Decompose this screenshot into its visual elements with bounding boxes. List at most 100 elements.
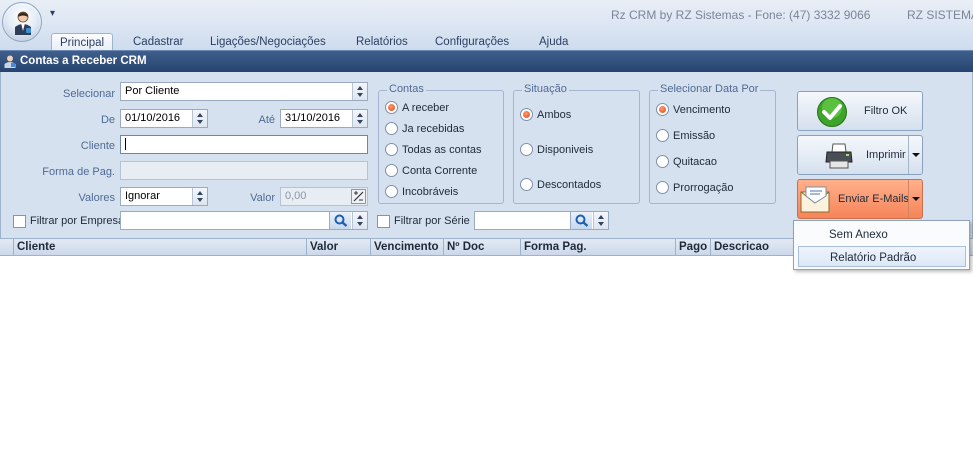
column-n-doc[interactable]: Nº Doc xyxy=(447,241,484,253)
radio-icon xyxy=(520,178,533,191)
search-icon xyxy=(575,214,589,227)
empresa-search-button[interactable] xyxy=(329,212,351,229)
radio-icon xyxy=(385,185,398,198)
radio-emissao[interactable]: Emissão xyxy=(656,129,715,142)
radio-conta-corrente-label: Conta Corrente xyxy=(402,164,478,177)
date-to-value: 31/10/2016 xyxy=(285,112,341,124)
radio-todas-contas[interactable]: Todas as contas xyxy=(385,143,482,156)
radio-icon xyxy=(520,143,533,156)
selecionar-value: Por Cliente xyxy=(125,85,180,97)
radio-selected-icon xyxy=(656,103,669,116)
radio-ambos-label: Ambos xyxy=(537,108,572,121)
selecionar-select[interactable]: Por Cliente xyxy=(120,82,368,101)
grid-indicator-column xyxy=(3,239,14,256)
valor-input[interactable]: 0,00 xyxy=(280,187,368,206)
empresa-search-input[interactable] xyxy=(120,211,368,230)
column-separator xyxy=(443,239,444,256)
serie-search-button[interactable] xyxy=(570,212,592,229)
forma-pag-input[interactable] xyxy=(120,161,368,180)
tab-ajuda[interactable]: Ajuda xyxy=(539,36,568,48)
serie-search-input[interactable] xyxy=(474,211,609,230)
filtrar-empresa-checkbox[interactable] xyxy=(13,215,26,228)
column-valor[interactable]: Valor xyxy=(310,241,338,253)
printer-icon xyxy=(825,143,853,169)
tab-principal[interactable]: Principal xyxy=(51,33,114,50)
radio-selected-icon xyxy=(520,108,533,121)
column-separator xyxy=(675,239,676,256)
radio-quitacao-label: Quitacao xyxy=(673,155,718,168)
radio-selected-icon xyxy=(385,101,398,114)
email-icon xyxy=(800,186,830,213)
radio-todas-contas-label: Todas as contas xyxy=(402,143,482,156)
column-forma-pag[interactable]: Forma Pag. xyxy=(524,241,587,253)
quick-access-dropdown-icon[interactable]: ▾ xyxy=(50,8,55,19)
date-from-field[interactable]: 01/10/2016 xyxy=(120,109,208,128)
date-from-spin-icon[interactable] xyxy=(192,110,207,127)
tab-configuracoes[interactable]: Configurações xyxy=(435,36,509,48)
window-title: Contas a Receber CRM xyxy=(20,55,147,67)
column-cliente[interactable]: Cliente xyxy=(17,241,55,253)
radio-ja-recebidas[interactable]: Ja recebidas xyxy=(385,122,464,135)
column-separator xyxy=(370,239,371,256)
data-por-group: Selecionar Data Por Vencimento Emissão Q… xyxy=(649,83,776,204)
radio-ja-recebidas-label: Ja recebidas xyxy=(402,122,465,135)
search-icon xyxy=(334,214,348,227)
tab-ligacoes-negociacoes[interactable]: Ligações/Negociações xyxy=(210,36,326,48)
calculator-icon[interactable] xyxy=(351,189,366,204)
cliente-input[interactable] xyxy=(120,135,368,154)
valores-select[interactable]: Ignorar xyxy=(120,187,208,206)
radio-a-receber[interactable]: A receber xyxy=(385,101,449,114)
ribbon-tabs: Principal Cadastrar Ligações/Negociações… xyxy=(0,32,973,50)
contas-group: Contas A receber Ja recebidas Todas as c… xyxy=(378,83,504,204)
user-icon xyxy=(4,55,16,68)
radio-descontados-label: Descontados xyxy=(537,178,602,191)
tab-cadastrar[interactable]: Cadastrar xyxy=(133,36,184,48)
cliente-label: Cliente xyxy=(80,140,115,152)
menu-item-sem-anexo[interactable]: Sem Anexo xyxy=(798,224,966,245)
radio-incobraveis-label: Incobráveis xyxy=(402,185,459,198)
column-separator xyxy=(710,239,711,256)
radio-a-receber-label: A receber xyxy=(402,101,450,114)
radio-vencimento[interactable]: Vencimento xyxy=(656,103,730,116)
filtro-ok-button[interactable]: Filtro OK xyxy=(797,91,923,131)
selecionar-spin-icon[interactable] xyxy=(352,83,367,100)
data-por-group-title: Selecionar Data Por xyxy=(658,83,761,95)
column-vencimento[interactable]: Vencimento xyxy=(374,241,439,253)
radio-icon xyxy=(385,164,398,177)
enviar-emails-dropdown-icon[interactable] xyxy=(908,180,922,218)
filtro-ok-label: Filtro OK xyxy=(864,105,908,117)
radio-icon xyxy=(385,143,398,156)
ate-label: Até xyxy=(258,114,275,126)
empresa-spin-icon[interactable] xyxy=(352,212,367,229)
enviar-emails-button[interactable]: Enviar E-Mails xyxy=(797,179,923,219)
valores-spin-icon[interactable] xyxy=(192,188,207,205)
radio-disponiveis[interactable]: Disponiveis xyxy=(520,143,593,156)
filtrar-serie-checkbox[interactable] xyxy=(377,215,390,228)
tab-relatorios[interactable]: Relatórios xyxy=(356,36,408,48)
check-icon xyxy=(817,97,847,127)
radio-disponiveis-label: Disponiveis xyxy=(537,143,594,156)
column-pago[interactable]: Pago xyxy=(679,241,707,253)
radio-incobraveis[interactable]: Incobráveis xyxy=(385,185,458,198)
radio-vencimento-label: Vencimento xyxy=(673,103,731,116)
serie-spin-icon[interactable] xyxy=(593,212,608,229)
imprimir-button[interactable]: Imprimir xyxy=(797,135,923,175)
radio-conta-corrente[interactable]: Conta Corrente xyxy=(385,164,477,177)
column-descricao[interactable]: Descricao xyxy=(714,241,769,253)
date-to-field[interactable]: 31/10/2016 xyxy=(280,109,368,128)
menu-item-relatorio-padrao[interactable]: Relatório Padrão xyxy=(798,246,966,267)
radio-ambos[interactable]: Ambos xyxy=(520,108,571,121)
column-separator xyxy=(520,239,521,256)
radio-descontados[interactable]: Descontados xyxy=(520,178,601,191)
imprimir-dropdown-icon[interactable] xyxy=(908,136,922,174)
radio-prorrogacao-label: Prorrogação xyxy=(673,181,734,194)
radio-prorrogacao[interactable]: Prorrogação xyxy=(656,181,734,194)
situacao-group-title: Situação xyxy=(522,83,569,95)
valor-label: Valor xyxy=(250,192,275,204)
radio-quitacao[interactable]: Quitacao xyxy=(656,155,717,168)
column-separator xyxy=(306,239,307,256)
enviar-emails-menu: Sem Anexo Relatório Padrão xyxy=(793,220,970,270)
radio-icon xyxy=(656,129,669,142)
date-to-spin-icon[interactable] xyxy=(352,110,367,127)
radio-emissao-label: Emissão xyxy=(673,129,716,142)
